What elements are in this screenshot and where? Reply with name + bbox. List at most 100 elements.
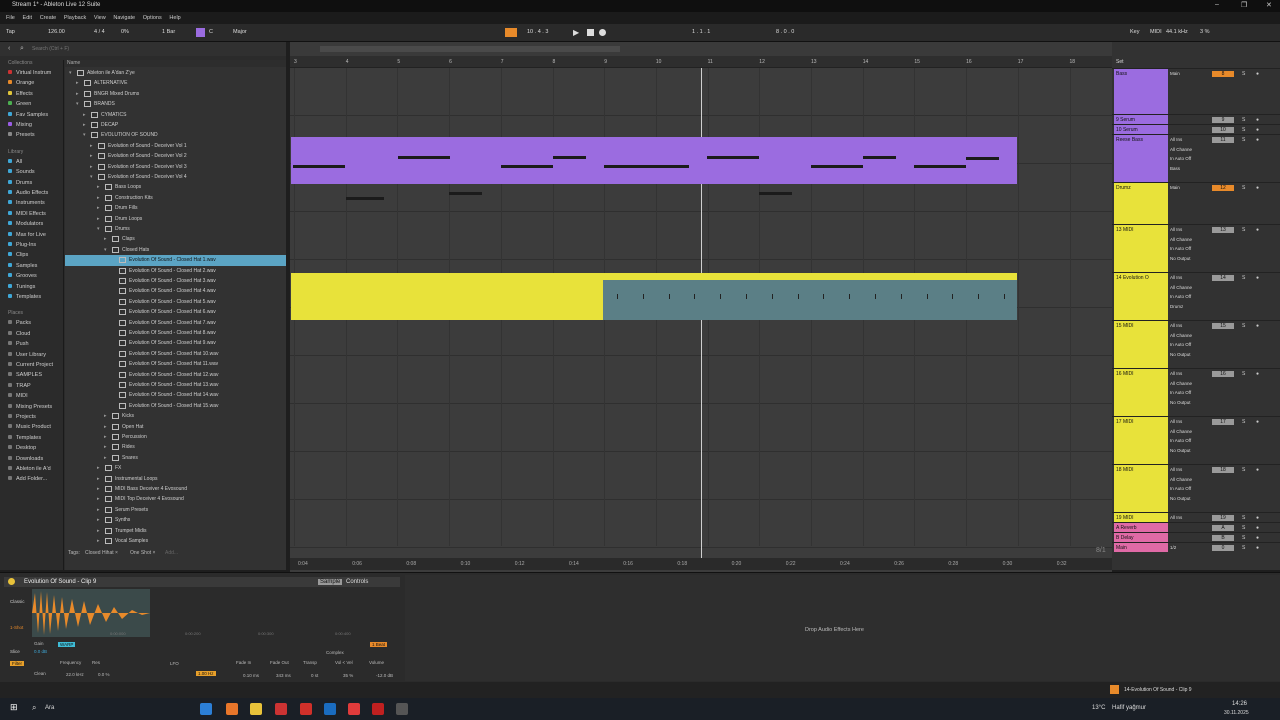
volume-knob[interactable]: -12.0 dB bbox=[376, 673, 393, 678]
expand-icon[interactable]: ▸ bbox=[97, 507, 100, 513]
arm-button[interactable]: ● bbox=[1256, 323, 1259, 329]
record-icon[interactable] bbox=[599, 29, 606, 36]
track-name[interactable]: 18 MIDI bbox=[1114, 465, 1168, 512]
io-selector[interactable]: 1/2 bbox=[1170, 545, 1176, 550]
io-selector[interactable]: No Output bbox=[1170, 400, 1191, 405]
solo-button[interactable]: S bbox=[1242, 371, 1245, 377]
solo-button[interactable]: S bbox=[1242, 535, 1245, 541]
folder-row[interactable]: ▸ Open Hat bbox=[65, 422, 286, 432]
solo-button[interactable]: S bbox=[1242, 71, 1245, 77]
collection-item[interactable]: Virtual Instrum bbox=[8, 70, 51, 80]
io-selector[interactable]: All Ins bbox=[1170, 515, 1182, 520]
arm-button[interactable]: ● bbox=[1256, 275, 1259, 281]
collapse-icon[interactable]: ▾ bbox=[104, 247, 107, 253]
track-activator[interactable]: 17 bbox=[1212, 419, 1234, 425]
tag-chip[interactable]: One Shot × bbox=[130, 550, 155, 556]
folder-row[interactable]: ▸ Vocal Samples bbox=[65, 536, 286, 546]
io-selector[interactable]: In Auto Off bbox=[1170, 156, 1191, 161]
clip-activator[interactable] bbox=[8, 578, 15, 585]
expand-icon[interactable]: ▸ bbox=[90, 143, 93, 149]
places-item[interactable]: Ableton ile A'd bbox=[8, 466, 51, 476]
ableton-icon[interactable] bbox=[396, 703, 408, 715]
io-selector[interactable]: All Ins bbox=[1170, 467, 1182, 472]
opera-icon[interactable] bbox=[300, 703, 312, 715]
collection-item[interactable]: Effects bbox=[8, 90, 33, 101]
places-item[interactable]: SAMPLES bbox=[8, 372, 42, 382]
midi-note[interactable] bbox=[863, 156, 896, 159]
mixer-track[interactable]: Main 1/2 0 S ● bbox=[1112, 542, 1280, 552]
io-selector[interactable]: All Ins bbox=[1170, 275, 1182, 280]
taskbar-search[interactable]: Ara bbox=[45, 705, 54, 711]
io-selector[interactable]: No Output bbox=[1170, 448, 1191, 453]
collection-item[interactable]: Green bbox=[8, 101, 31, 111]
clock-date[interactable]: 30.11.2025 bbox=[1224, 710, 1249, 716]
folder-row[interactable]: ▸ BNGR Mixed Drums bbox=[65, 89, 286, 99]
tab-sample[interactable]: Sample bbox=[318, 579, 343, 585]
gain-value[interactable]: 0.0 dB bbox=[34, 649, 47, 654]
minimize-button[interactable]: – bbox=[1215, 1, 1219, 8]
library-item[interactable]: Max for Live bbox=[8, 231, 46, 242]
places-item[interactable]: Push bbox=[8, 341, 29, 351]
expand-icon[interactable]: ▸ bbox=[97, 476, 100, 482]
edge-icon[interactable] bbox=[200, 703, 212, 715]
io-selector[interactable]: In Auto Off bbox=[1170, 486, 1191, 491]
solo-button[interactable]: S bbox=[1242, 137, 1245, 143]
expand-icon[interactable]: ▸ bbox=[90, 153, 93, 159]
waveform-display[interactable] bbox=[32, 589, 150, 637]
folder-row[interactable]: ▸ Claps bbox=[65, 234, 286, 244]
mixer-track[interactable]: 19 MIDI All Ins 19 S ● bbox=[1112, 512, 1280, 522]
track-name[interactable]: Reese Bass bbox=[1114, 135, 1168, 182]
mixer-track[interactable]: Bass Main 8 S ● bbox=[1112, 68, 1280, 114]
arm-button[interactable]: ● bbox=[1256, 515, 1259, 521]
tempo-field[interactable]: 126.00 bbox=[48, 29, 65, 35]
track-name[interactable]: A Reverb bbox=[1114, 523, 1168, 532]
solo-button[interactable]: S bbox=[1242, 127, 1245, 133]
key-menu[interactable]: C bbox=[209, 29, 213, 35]
close-button[interactable]: ✕ bbox=[1266, 1, 1272, 9]
solo-button[interactable]: S bbox=[1242, 515, 1245, 521]
places-item[interactable]: Projects bbox=[8, 414, 36, 424]
io-selector[interactable]: All Ins bbox=[1170, 371, 1182, 376]
collection-item[interactable]: Presets bbox=[8, 132, 35, 142]
set-button[interactable]: Set bbox=[1116, 59, 1124, 65]
io-selector[interactable]: All Ins bbox=[1170, 419, 1182, 424]
key-map-button[interactable]: Key bbox=[1130, 29, 1139, 35]
clip-name[interactable]: Evolution Of Sound - Clip 9 bbox=[24, 579, 96, 585]
folder-row[interactable]: ▸ Trumpet Midis bbox=[65, 526, 286, 536]
tab-controls[interactable]: Controls bbox=[346, 579, 368, 585]
mixer-track[interactable]: 10 Serum 10 S ● bbox=[1112, 124, 1280, 134]
midi-note[interactable] bbox=[398, 156, 450, 159]
folder-row[interactable]: ▸ Percussion bbox=[65, 432, 286, 442]
io-selector[interactable]: All Ins bbox=[1170, 323, 1182, 328]
library-item[interactable]: Audio Effects bbox=[8, 190, 48, 200]
midi-note[interactable] bbox=[604, 165, 656, 168]
expand-icon[interactable]: ▸ bbox=[97, 205, 100, 211]
track-name[interactable]: 19 MIDI bbox=[1114, 513, 1168, 522]
mixer-track[interactable]: 14 Evolution O All Ins All Channe In Auto O… bbox=[1112, 272, 1280, 320]
maximize-button[interactable]: ❐ bbox=[1241, 1, 1247, 9]
io-selector[interactable]: Bass bbox=[1170, 166, 1180, 171]
mixer-track[interactable]: B Delay B S ● bbox=[1112, 532, 1280, 542]
expand-icon[interactable]: ▸ bbox=[76, 80, 79, 86]
start-icon[interactable]: ⊞ bbox=[10, 702, 18, 713]
back-icon[interactable]: ‹ bbox=[8, 45, 10, 52]
arm-button[interactable]: ● bbox=[1256, 127, 1259, 133]
io-selector[interactable]: All Channe bbox=[1170, 429, 1192, 434]
vol-vel-knob[interactable]: 35 % bbox=[343, 673, 353, 678]
scale-menu[interactable]: Major bbox=[233, 29, 247, 35]
library-item[interactable]: Drums bbox=[8, 179, 32, 190]
track-activator[interactable]: 19 bbox=[1212, 515, 1234, 521]
places-item[interactable]: Desktop bbox=[8, 445, 36, 455]
collection-item[interactable]: Orange bbox=[8, 80, 34, 90]
arm-button[interactable]: ● bbox=[1256, 137, 1259, 143]
tap-button[interactable]: Tap bbox=[6, 29, 15, 35]
name-column-header[interactable]: Name bbox=[65, 60, 286, 67]
expand-icon[interactable]: ▸ bbox=[104, 444, 107, 450]
folder-row[interactable]: ▾ Evolution of Sound - Deceiver Vol 4 bbox=[65, 172, 286, 182]
track-name[interactable]: 17 MIDI bbox=[1114, 417, 1168, 464]
midi-note[interactable] bbox=[293, 165, 345, 168]
solo-button[interactable]: S bbox=[1242, 185, 1245, 191]
lfo-toggle[interactable]: LFO bbox=[170, 661, 179, 666]
expand-icon[interactable]: ▸ bbox=[104, 424, 107, 430]
folder-row[interactable]: ▸ Snares bbox=[65, 453, 286, 463]
